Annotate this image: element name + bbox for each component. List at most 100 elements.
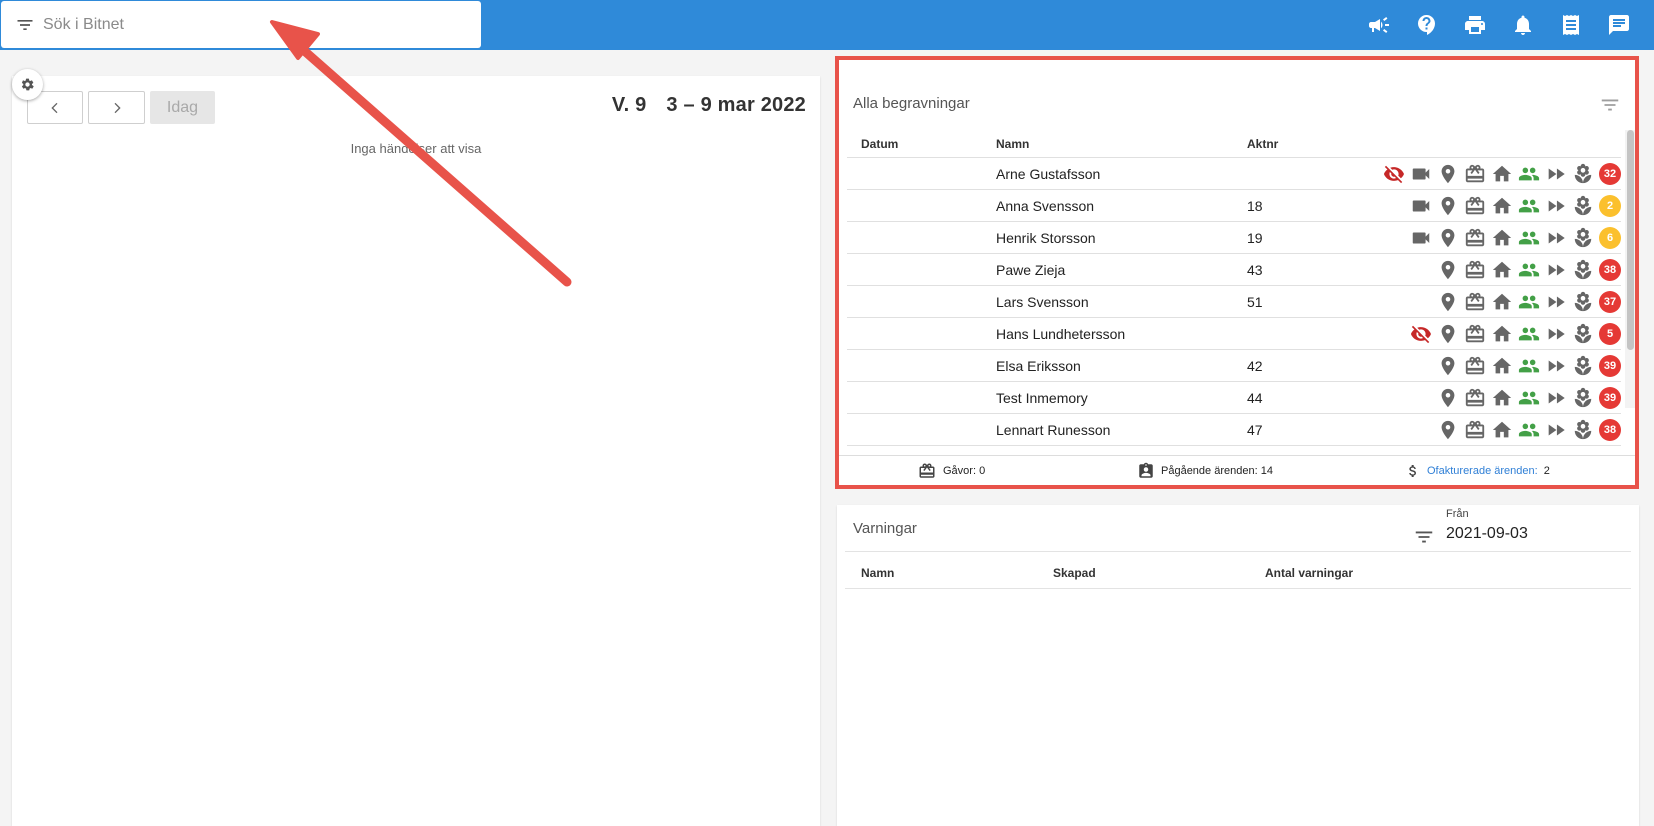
home-icon[interactable]	[1490, 162, 1514, 186]
home-icon[interactable]	[1490, 258, 1514, 282]
home-icon[interactable]	[1490, 322, 1514, 346]
flower-icon[interactable]	[1571, 258, 1595, 282]
people-icon[interactable]	[1517, 226, 1541, 250]
receipt-icon[interactable]	[1558, 12, 1584, 38]
funerals-filter-icon[interactable]	[1599, 94, 1621, 116]
fast-forward-icon[interactable]	[1544, 194, 1568, 218]
settings-gear-button[interactable]	[12, 69, 43, 100]
fast-forward-icon[interactable]	[1544, 354, 1568, 378]
home-icon[interactable]	[1490, 290, 1514, 314]
people-icon[interactable]	[1517, 354, 1541, 378]
location-pin-icon[interactable]	[1436, 386, 1460, 410]
table-row[interactable]: Arne Gustafsson 32	[847, 158, 1621, 190]
col-warning-name[interactable]: Namn	[861, 566, 894, 580]
gift-icon[interactable]	[1463, 322, 1487, 346]
bell-icon[interactable]	[1510, 12, 1536, 38]
hidden-eye-icon[interactable]	[1409, 322, 1433, 346]
chat-icon[interactable]	[1606, 12, 1632, 38]
fast-forward-icon[interactable]	[1544, 418, 1568, 442]
people-icon[interactable]	[1517, 258, 1541, 282]
people-icon[interactable]	[1517, 418, 1541, 442]
today-button[interactable]: Idag	[150, 91, 215, 124]
flower-icon[interactable]	[1571, 386, 1595, 410]
table-row[interactable]: Lars Svensson 51 37	[847, 286, 1621, 318]
gift-icon[interactable]	[1463, 226, 1487, 250]
gift-icon[interactable]	[1463, 194, 1487, 218]
count-badge: 38	[1599, 259, 1621, 281]
location-pin-icon[interactable]	[1436, 322, 1460, 346]
uninvoiced-link[interactable]: Ofakturerade ärenden:	[1427, 465, 1538, 477]
location-pin-icon[interactable]	[1436, 354, 1460, 378]
top-toolbar	[1366, 12, 1632, 38]
video-camera-icon[interactable]	[1409, 226, 1433, 250]
fast-forward-icon[interactable]	[1544, 386, 1568, 410]
filter-icon[interactable]	[15, 15, 35, 35]
gift-icon[interactable]	[1463, 418, 1487, 442]
home-icon[interactable]	[1490, 194, 1514, 218]
col-aktnr[interactable]: Aktnr	[1247, 137, 1278, 151]
table-row[interactable]: Elsa Eriksson 42 39	[847, 350, 1621, 382]
col-name[interactable]: Namn	[996, 137, 1029, 151]
from-date-field[interactable]: 2021-09-03	[1446, 525, 1528, 543]
flower-icon[interactable]	[1571, 354, 1595, 378]
flower-icon[interactable]	[1571, 226, 1595, 250]
search-box[interactable]	[1, 1, 481, 48]
home-icon[interactable]	[1490, 226, 1514, 250]
flower-icon[interactable]	[1571, 290, 1595, 314]
from-label: Från	[1446, 508, 1469, 520]
video-camera-icon[interactable]	[1409, 162, 1433, 186]
people-icon[interactable]	[1517, 322, 1541, 346]
people-icon[interactable]	[1517, 162, 1541, 186]
table-row[interactable]: Lennart Runesson 47 38	[847, 414, 1621, 446]
gift-icon[interactable]	[1463, 354, 1487, 378]
table-row[interactable]: Henrik Storsson 19 6	[847, 222, 1621, 254]
help-icon[interactable]	[1414, 12, 1440, 38]
warnings-title: Varningar	[853, 520, 917, 537]
table-row[interactable]: Pawe Zieja 43 38	[847, 254, 1621, 286]
location-pin-icon[interactable]	[1436, 258, 1460, 282]
funerals-scrollbar[interactable]	[1625, 130, 1635, 408]
location-pin-icon[interactable]	[1436, 290, 1460, 314]
people-icon[interactable]	[1517, 386, 1541, 410]
flower-icon[interactable]	[1571, 162, 1595, 186]
fast-forward-icon[interactable]	[1544, 258, 1568, 282]
table-row[interactable]: Test Inmemory 44 39	[847, 382, 1621, 414]
location-pin-icon[interactable]	[1436, 418, 1460, 442]
fast-forward-icon[interactable]	[1544, 322, 1568, 346]
warnings-filter-icon[interactable]	[1413, 526, 1435, 548]
next-week-button[interactable]	[88, 91, 145, 124]
megaphone-icon[interactable]	[1366, 12, 1392, 38]
col-warning-count[interactable]: Antal varningar	[1265, 566, 1353, 580]
flower-icon[interactable]	[1571, 322, 1595, 346]
table-row[interactable]: Anna Svensson 18 2	[847, 190, 1621, 222]
fast-forward-icon[interactable]	[1544, 290, 1568, 314]
gift-icon[interactable]	[1463, 258, 1487, 282]
fast-forward-icon[interactable]	[1544, 162, 1568, 186]
location-pin-icon[interactable]	[1436, 194, 1460, 218]
home-icon[interactable]	[1490, 354, 1514, 378]
print-icon[interactable]	[1462, 12, 1488, 38]
col-date[interactable]: Datum	[861, 137, 898, 151]
gift-icon[interactable]	[1463, 162, 1487, 186]
location-pin-icon[interactable]	[1436, 226, 1460, 250]
gift-icon[interactable]	[1463, 386, 1487, 410]
video-camera-icon[interactable]	[1409, 194, 1433, 218]
people-icon[interactable]	[1517, 194, 1541, 218]
col-warning-created[interactable]: Skapad	[1053, 566, 1096, 580]
table-row[interactable]: Hans Lundhetersson 5	[847, 318, 1621, 350]
deceased-name: Henrik Storsson	[996, 230, 1096, 246]
home-icon[interactable]	[1490, 386, 1514, 410]
flower-icon[interactable]	[1571, 418, 1595, 442]
gift-icon[interactable]	[1463, 290, 1487, 314]
count-badge: 37	[1599, 291, 1621, 313]
aktnr-value: 47	[1247, 422, 1263, 438]
flower-icon[interactable]	[1571, 194, 1595, 218]
hidden-eye-icon[interactable]	[1382, 162, 1406, 186]
location-pin-icon[interactable]	[1436, 162, 1460, 186]
home-icon[interactable]	[1490, 418, 1514, 442]
search-input[interactable]	[43, 15, 443, 34]
fast-forward-icon[interactable]	[1544, 226, 1568, 250]
aktnr-value: 42	[1247, 358, 1263, 374]
people-icon[interactable]	[1517, 290, 1541, 314]
gifts-count: Gåvor: 0	[943, 465, 986, 477]
